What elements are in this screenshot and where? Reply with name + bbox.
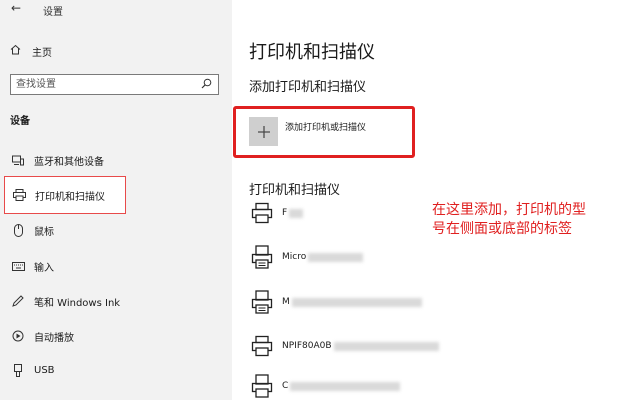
sidebar-item-usb[interactable]: USB	[0, 358, 232, 382]
printer-icon	[250, 334, 274, 358]
printer-name: NPIF80A0B	[282, 341, 332, 351]
printer-name: F	[282, 208, 288, 218]
search-box[interactable]	[10, 74, 219, 95]
sidebar-item-label: 鼠标	[34, 226, 54, 238]
sidebar-item-pen[interactable]: 笔和 Windows Ink	[0, 289, 232, 313]
sidebar-item-label: 蓝牙和其他设备	[34, 156, 104, 168]
sidebar-item-autoplay[interactable]: 自动播放	[0, 324, 232, 348]
sidebar-item-typing[interactable]: 输入	[0, 254, 232, 278]
add-section-title: 添加打印机和扫描仪	[249, 80, 367, 95]
printer-document-icon	[250, 374, 274, 398]
page-title: 打印机和扫描仪	[249, 42, 375, 63]
sidebar-item-label: 笔和 Windows Ink	[34, 297, 121, 309]
add-printer-highlight: 添加打印机或扫描仪	[233, 106, 415, 158]
sidebar-item-label: 输入	[34, 262, 54, 274]
home-icon	[10, 44, 24, 58]
sidebar-item-label: 自动播放	[34, 332, 74, 344]
add-printer-button[interactable]: 添加打印机或扫描仪	[249, 117, 366, 146]
sidebar-item-bluetooth[interactable]: 蓝牙和其他设备	[0, 148, 232, 172]
redaction-blur	[333, 341, 439, 351]
printer-name: M	[282, 297, 290, 307]
bluetooth-devices-icon	[10, 154, 26, 166]
search-input[interactable]	[16, 78, 196, 91]
window-title: 设置	[43, 7, 63, 18]
redaction-blur	[289, 208, 304, 218]
printer-item[interactable]: M	[250, 287, 450, 317]
usb-icon	[10, 363, 26, 377]
redaction-blur	[291, 297, 422, 307]
sidebar-item-printers[interactable]: 打印机和扫描仪	[4, 176, 126, 214]
printer-name: C	[282, 381, 289, 391]
back-arrow-icon[interactable]: ←	[11, 1, 21, 15]
home-nav-item[interactable]: 主页	[10, 42, 52, 60]
sidebar-item-label: 打印机和扫描仪	[35, 191, 105, 203]
printer-document-icon	[250, 245, 274, 269]
annotation-note: 在这里添加，打印机的型号在侧面或底部的标签	[432, 202, 586, 237]
devices-section-title: 设备	[10, 116, 30, 127]
sidebar-item-mouse[interactable]: 鼠标	[0, 218, 232, 242]
keyboard-icon	[10, 261, 26, 271]
printer-item[interactable]: Micro	[250, 242, 450, 272]
main-content: 打印机和扫描仪 添加打印机和扫描仪 添加打印机或扫描仪 打印机和扫描仪 F Mi…	[232, 0, 623, 400]
printers-section-title: 打印机和扫描仪	[249, 183, 341, 198]
printer-item[interactable]: NPIF80A0B	[250, 331, 450, 361]
autoplay-icon	[10, 330, 26, 342]
pen-icon	[10, 295, 26, 307]
printer-document-icon	[250, 290, 274, 314]
printer-item[interactable]: F	[250, 198, 450, 228]
redaction-blur	[308, 252, 364, 262]
sidebar: ← 设置 主页 设备 蓝牙和其他设备 打印机和扫描仪 鼠标	[0, 0, 232, 400]
search-icon[interactable]	[201, 78, 212, 92]
plus-icon	[249, 117, 278, 146]
mouse-icon	[10, 223, 26, 237]
home-label: 主页	[32, 47, 52, 59]
add-printer-label: 添加打印机或扫描仪	[285, 123, 367, 133]
printer-name: Micro	[282, 252, 307, 262]
printer-icon	[11, 189, 27, 201]
printer-icon	[250, 201, 274, 225]
printer-item[interactable]: C	[250, 371, 450, 400]
redaction-blur	[290, 381, 401, 391]
sidebar-item-label: USB	[34, 364, 55, 376]
title-bar: ← 设置	[0, 0, 232, 20]
